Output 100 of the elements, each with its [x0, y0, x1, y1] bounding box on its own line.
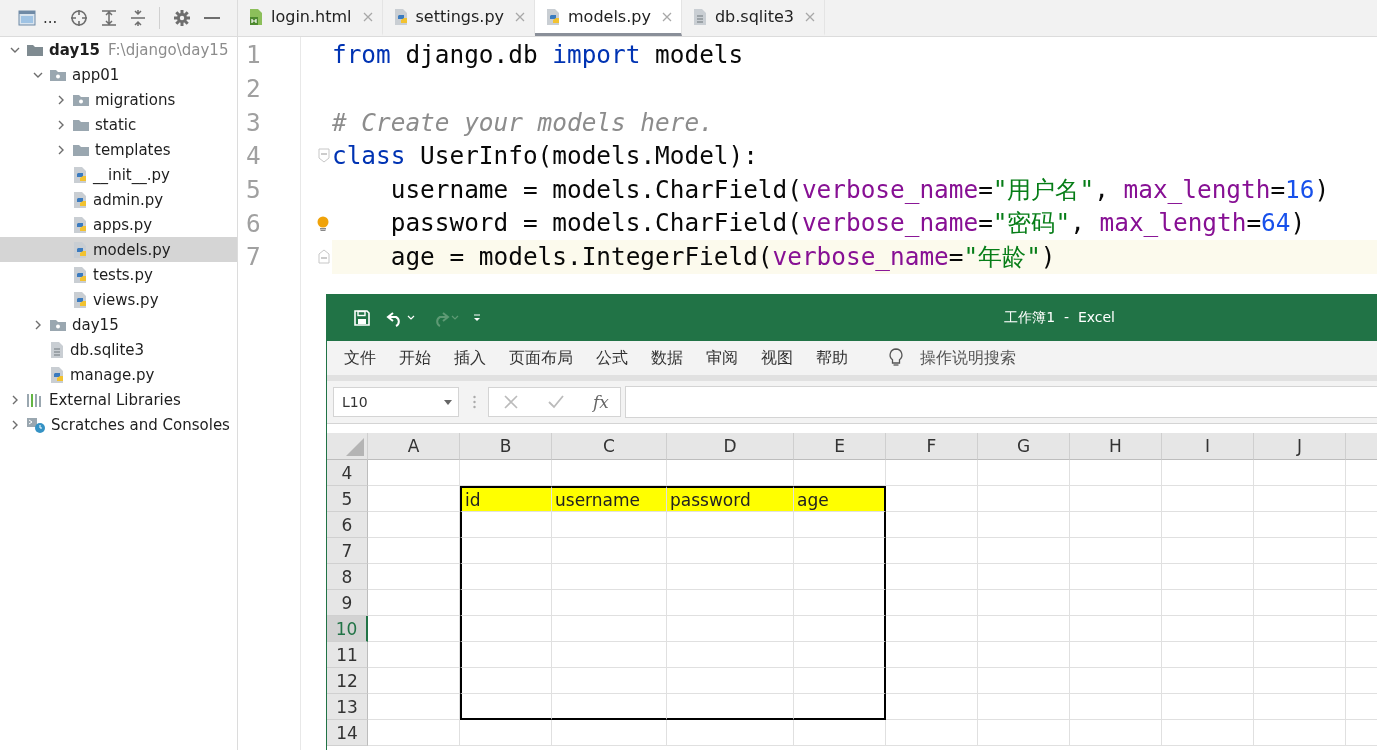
table-cell[interactable] — [794, 538, 886, 564]
column-header[interactable] — [1346, 433, 1377, 460]
tell-me-search[interactable]: 操作说明搜索 — [888, 347, 1016, 369]
collapse-all-icon[interactable] — [130, 9, 147, 27]
code-line: password = models.CharField(verbose_name="密码", max_length=64) — [389, 207, 1306, 240]
row-header[interactable]: 13 — [327, 694, 368, 720]
close-icon[interactable] — [515, 11, 526, 22]
tree-item[interactable]: static — [0, 112, 237, 137]
column-header[interactable]: H — [1070, 433, 1162, 460]
column-header[interactable]: A — [368, 433, 460, 460]
project-label[interactable]: ... — [43, 9, 58, 27]
python-file-icon — [545, 7, 562, 26]
cancel-icon[interactable] — [503, 394, 519, 410]
row-header[interactable]: 4 — [327, 460, 368, 486]
tree-item[interactable]: __init__.py — [0, 162, 237, 187]
tree-item[interactable]: manage.py — [0, 362, 237, 387]
code-line: username = models.CharField(verbose_name="用户名", max_length=16) — [389, 173, 1330, 206]
ribbon-tab[interactable]: 视图 — [761, 347, 793, 369]
tree-item[interactable]: models.py — [0, 237, 237, 262]
package-folder-icon — [49, 317, 67, 332]
ribbon-tab[interactable]: 文件 — [344, 347, 376, 369]
table-cell[interactable] — [794, 616, 886, 642]
table-cell[interactable] — [794, 668, 886, 694]
ribbon-tab[interactable]: 公式 — [596, 347, 628, 369]
close-icon[interactable] — [362, 11, 373, 22]
table-cell[interactable] — [794, 642, 886, 668]
column-header[interactable]: F — [886, 433, 978, 460]
html-file-icon — [248, 7, 264, 26]
tree-item[interactable]: app01 — [0, 62, 237, 87]
table-cell[interactable] — [794, 512, 886, 538]
insert-function-button[interactable]: fx — [593, 392, 609, 412]
customize-icon[interactable] — [473, 312, 481, 323]
minimize-icon[interactable] — [204, 16, 221, 20]
editor-tab[interactable]: login.html — [238, 0, 383, 36]
row-header[interactable]: 12 — [327, 668, 368, 694]
package-folder-icon — [72, 92, 90, 107]
crosshair-icon[interactable] — [70, 9, 89, 27]
tree-item[interactable]: External Libraries — [0, 387, 237, 412]
save-icon[interactable] — [353, 308, 371, 327]
tree-item[interactable]: templates — [0, 137, 237, 162]
row-header[interactable]: 11 — [327, 642, 368, 668]
close-icon[interactable] — [661, 11, 672, 22]
formula-input[interactable] — [625, 386, 1377, 418]
fold-marker-icon[interactable] — [318, 148, 330, 164]
ribbon-tab[interactable]: 数据 — [651, 347, 683, 369]
table-cell[interactable]: age — [794, 486, 886, 512]
line-number: 2 — [245, 74, 262, 104]
window-title: 工作簿1 - Excel — [1004, 308, 1115, 327]
column-header[interactable]: B — [460, 433, 552, 460]
settings-icon[interactable] — [173, 9, 192, 27]
row-header[interactable]: 14 — [327, 720, 368, 746]
ribbon-tab[interactable]: 审阅 — [706, 347, 738, 369]
python-file-icon — [72, 290, 88, 309]
row-header[interactable]: 7 — [327, 538, 368, 564]
ribbon-tab[interactable]: 插入 — [454, 347, 486, 369]
line-number: 7 — [245, 242, 262, 272]
package-folder-icon — [49, 67, 67, 82]
text-file-icon — [691, 7, 708, 26]
editor-tab[interactable]: db.sqlite3 — [681, 0, 825, 36]
ribbon-tab[interactable]: 帮助 — [816, 347, 848, 369]
column-header[interactable]: G — [978, 433, 1070, 460]
table-cell[interactable]: id — [460, 486, 552, 512]
ribbon-tab[interactable]: 开始 — [399, 347, 431, 369]
column-header[interactable]: J — [1254, 433, 1346, 460]
lightbulb-icon[interactable] — [316, 215, 330, 231]
close-icon[interactable] — [805, 11, 815, 22]
row-header[interactable]: 10 — [327, 616, 368, 642]
ribbon-tab[interactable]: 页面布局 — [509, 347, 573, 369]
python-file-icon — [72, 240, 88, 259]
library-icon — [26, 391, 44, 408]
row-header[interactable]: 9 — [327, 590, 368, 616]
expand-all-icon[interactable] — [101, 9, 118, 27]
tree-item[interactable]: views.py — [0, 287, 237, 312]
fold-marker-icon[interactable] — [318, 249, 330, 265]
tree-item[interactable]: day15 F:\django\day15 — [0, 37, 237, 62]
table-cell[interactable]: username — [552, 486, 667, 512]
window-icon[interactable] — [18, 10, 36, 26]
table-cell[interactable] — [794, 694, 886, 720]
tree-item[interactable]: db.sqlite3 — [0, 337, 237, 362]
tree-item[interactable]: migrations — [0, 87, 237, 112]
tree-item[interactable]: admin.py — [0, 187, 237, 212]
column-header[interactable]: C — [552, 433, 667, 460]
tree-item[interactable]: day15 — [0, 312, 237, 337]
row-header[interactable]: 8 — [327, 564, 368, 590]
column-header[interactable]: E — [794, 433, 886, 460]
column-header[interactable]: D — [667, 433, 794, 460]
tree-item[interactable]: tests.py — [0, 262, 237, 287]
python-file-icon — [72, 165, 88, 184]
name-box[interactable]: L10 — [333, 387, 459, 417]
check-icon[interactable] — [547, 394, 565, 410]
tree-item[interactable]: Scratches and Consoles — [0, 412, 237, 437]
select-all-icon[interactable] — [346, 438, 364, 456]
editor-tab[interactable]: models.py — [535, 0, 682, 36]
column-header[interactable]: I — [1162, 433, 1254, 460]
row-header[interactable]: 6 — [327, 512, 368, 538]
row-header[interactable]: 5 — [327, 486, 368, 512]
table-cell[interactable] — [794, 564, 886, 590]
tree-item[interactable]: apps.py — [0, 212, 237, 237]
table-cell[interactable]: password — [667, 486, 794, 512]
table-cell[interactable] — [794, 590, 886, 616]
